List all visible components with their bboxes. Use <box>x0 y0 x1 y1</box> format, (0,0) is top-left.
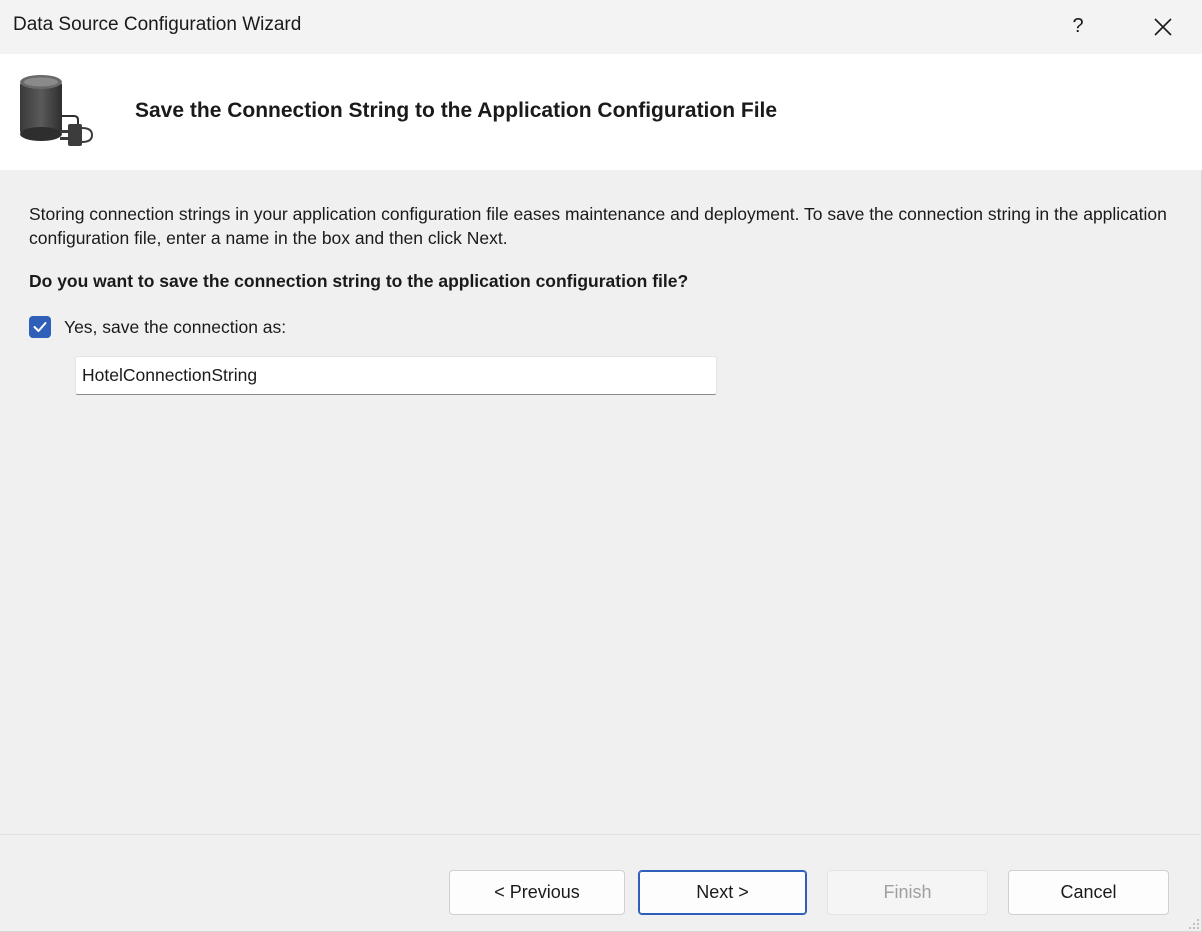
close-icon <box>1154 18 1172 36</box>
wizard-content: Storing connection strings in your appli… <box>0 170 1202 834</box>
connection-name-input[interactable] <box>75 356 717 395</box>
save-connection-checkbox[interactable]: Yes, save the connection as: <box>29 314 286 340</box>
finish-button[interactable]: Finish <box>827 870 988 915</box>
page-title: Save the Connection String to the Applic… <box>135 99 778 122</box>
previous-button[interactable]: < Previous <box>449 870 625 915</box>
window-title: Data Source Configuration Wizard <box>13 14 302 35</box>
description-text: Storing connection strings in your appli… <box>29 204 1167 248</box>
resize-grip-icon[interactable] <box>1186 916 1200 930</box>
checkbox-label: Yes, save the connection as: <box>64 316 287 337</box>
next-button[interactable]: Next > <box>638 870 807 915</box>
close-button[interactable] <box>1143 8 1183 46</box>
checkmark-icon <box>33 322 47 332</box>
title-bar: Data Source Configuration Wizard ? <box>0 0 1202 54</box>
database-connection-icon <box>20 75 94 146</box>
checkbox-checked[interactable] <box>29 316 51 338</box>
question-text: Do you want to save the connection strin… <box>29 271 689 291</box>
cancel-button[interactable]: Cancel <box>1008 870 1169 915</box>
help-button[interactable]: ? <box>1060 8 1096 44</box>
wizard-window: Data Source Configuration Wizard ? Save … <box>0 0 1202 932</box>
wizard-header: Save the Connection String to the Applic… <box>0 54 1202 170</box>
footer-divider <box>0 834 1202 835</box>
